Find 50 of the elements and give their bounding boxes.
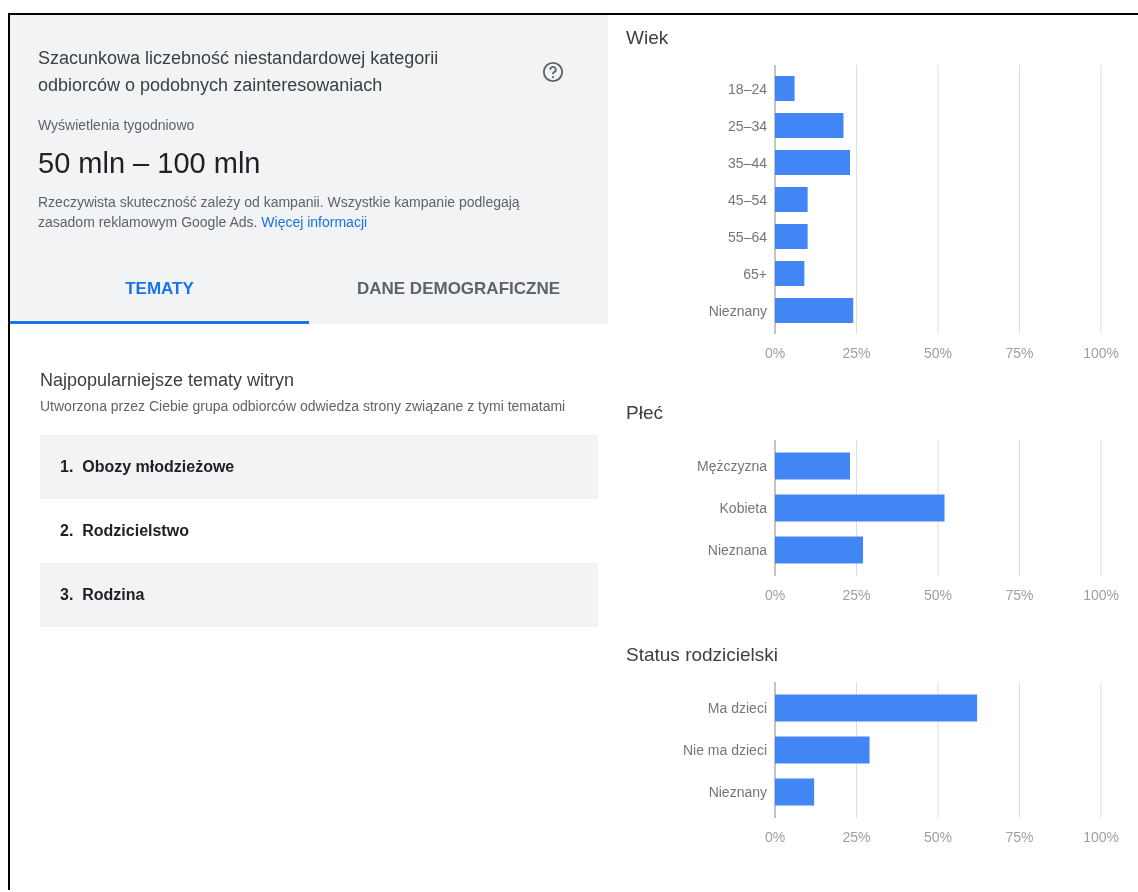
topic-item: 1. Obozy młodzieżowe bbox=[40, 435, 598, 499]
category-label: 45–54 bbox=[728, 191, 767, 208]
tick-label: 0% bbox=[764, 829, 786, 845]
tick-label: 25% bbox=[842, 345, 871, 361]
tab[interactable]: TEMATY bbox=[10, 254, 309, 324]
category-label: 35–44 bbox=[728, 154, 767, 171]
category-label: 25–34 bbox=[728, 117, 767, 134]
tick-label: 100% bbox=[1083, 829, 1119, 845]
category-label: Mężczyzna bbox=[696, 458, 767, 474]
category-label: 18–24 bbox=[728, 80, 767, 97]
bar bbox=[775, 224, 808, 249]
tick-label: 75% bbox=[1005, 587, 1034, 603]
bar bbox=[775, 261, 805, 286]
category-label: 65+ bbox=[743, 265, 767, 282]
chart-title: Status rodzicielski bbox=[626, 644, 780, 666]
section-description: Utworzona przez Ciebie grupa odbiorców odwiedza strony związane z tymi tematami bbox=[40, 397, 567, 415]
chart-title: Wiek bbox=[626, 27, 670, 49]
bar bbox=[775, 187, 808, 212]
disclaimer-text: Rzeczywista skuteczność zależy od kampanii. Wszystkie kampanie podlegają zasadom reklamowym Google Ads. Więcej informacji bbox=[38, 193, 521, 232]
bar bbox=[775, 113, 844, 138]
audience-size-title: Szacunkowa liczebność niestandardowej kategorii odbiorców o podobnych zainteresowaniach bbox=[38, 47, 440, 97]
tick-label: 75% bbox=[1005, 829, 1034, 845]
category-label: Nieznany bbox=[708, 302, 767, 319]
tick-label: 50% bbox=[924, 587, 952, 603]
tick-label: 100% bbox=[1083, 345, 1119, 361]
category-label: Nie ma dzieci bbox=[682, 742, 767, 758]
metric-label: Wyświetlenia tygodniowo bbox=[38, 117, 196, 133]
category-label: Nieznana bbox=[707, 542, 767, 558]
chart-title: Płeć bbox=[626, 402, 664, 424]
section-title: Najpopularniejsze tematy witryn bbox=[40, 370, 296, 391]
category-label: Kobieta bbox=[719, 500, 767, 516]
tick-label: 25% bbox=[842, 587, 871, 603]
tick-label: 50% bbox=[924, 345, 952, 361]
bar bbox=[775, 76, 795, 101]
topic-item: 3. Rodzina bbox=[40, 563, 598, 627]
tick-label: 75% bbox=[1005, 345, 1034, 361]
topic-item: 2. Rodzicielstwo bbox=[59, 521, 190, 541]
tick-label: 100% bbox=[1083, 587, 1119, 603]
category-label: Ma dzieci bbox=[707, 700, 767, 716]
help-icon[interactable] bbox=[542, 61, 564, 83]
tick-label: 0% bbox=[764, 587, 786, 603]
category-label: 55–64 bbox=[728, 228, 767, 245]
tick-label: 50% bbox=[924, 829, 952, 845]
tick-label: 25% bbox=[842, 829, 871, 845]
category-label: Nieznany bbox=[708, 784, 767, 800]
metric-value: 50 mln – 100 mln bbox=[38, 147, 262, 180]
tick-label: 0% bbox=[764, 345, 786, 361]
bar bbox=[775, 778, 815, 806]
tab[interactable]: DANE DEMOGRAFICZNE bbox=[309, 254, 608, 324]
more-info-link[interactable]: Więcej informacji bbox=[261, 214, 368, 230]
